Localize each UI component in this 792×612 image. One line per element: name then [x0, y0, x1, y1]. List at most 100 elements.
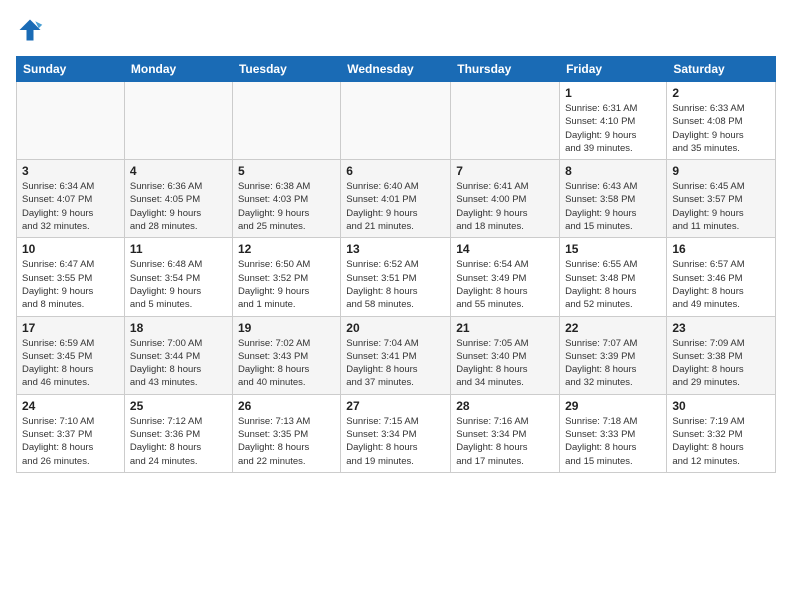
day-detail: Sunrise: 6:31 AM Sunset: 4:10 PM Dayligh… — [565, 102, 661, 155]
day-detail: Sunrise: 7:19 AM Sunset: 3:32 PM Dayligh… — [672, 415, 770, 468]
day-number: 19 — [238, 321, 335, 335]
day-number: 14 — [456, 242, 554, 256]
header-thursday: Thursday — [451, 57, 560, 82]
day-number: 2 — [672, 86, 770, 100]
day-detail: Sunrise: 7:10 AM Sunset: 3:37 PM Dayligh… — [22, 415, 119, 468]
day-detail: Sunrise: 7:18 AM Sunset: 3:33 PM Dayligh… — [565, 415, 661, 468]
calendar-cell: 27Sunrise: 7:15 AM Sunset: 3:34 PM Dayli… — [341, 394, 451, 472]
calendar-cell: 13 Sunrise: 6:52 AM Sunset: 3:51 PM Dayli… — [341, 238, 451, 316]
day-detail: Sunrise: 6:36 AM Sunset: 4:05 PM Dayligh… — [130, 180, 227, 233]
calendar: SundayMondayTuesdayWednesdayThursdayFrid… — [16, 56, 776, 473]
day-number: 26 — [238, 399, 335, 413]
calendar-cell: 17 Sunrise: 6:59 AM Sunset: 3:45 PM Dayli… — [17, 316, 125, 394]
day-detail: Sunrise: 6:52 AM Sunset: 3:51 PM Dayligh… — [346, 258, 445, 311]
calendar-cell: 22 Sunrise: 7:07 AM Sunset: 3:39 PM Dayli… — [560, 316, 667, 394]
calendar-cell: 7 Sunrise: 6:41 AM Sunset: 4:00 PM Daylig… — [451, 160, 560, 238]
day-number: 13 — [346, 242, 445, 256]
day-number: 7 — [456, 164, 554, 178]
header-wednesday: Wednesday — [341, 57, 451, 82]
calendar-cell — [451, 82, 560, 160]
calendar-cell: 1 Sunrise: 6:31 AM Sunset: 4:10 PM Daylig… — [560, 82, 667, 160]
calendar-cell: 23 Sunrise: 7:09 AM Sunset: 3:38 PM Dayli… — [667, 316, 776, 394]
calendar-cell: 2 Sunrise: 6:33 AM Sunset: 4:08 PM Daylig… — [667, 82, 776, 160]
day-number: 21 — [456, 321, 554, 335]
calendar-cell: 9 Sunrise: 6:45 AM Sunset: 3:57 PM Daylig… — [667, 160, 776, 238]
calendar-week-row: 24 Sunrise: 7:10 AM Sunset: 3:37 PM Dayli… — [17, 394, 776, 472]
day-number: 15 — [565, 242, 661, 256]
logo-icon — [16, 16, 44, 44]
day-detail: Sunrise: 6:43 AM Sunset: 3:58 PM Dayligh… — [565, 180, 661, 233]
day-number: 30 — [672, 399, 770, 413]
calendar-week-row: 10Sunrise: 6:47 AM Sunset: 3:55 PM Dayli… — [17, 238, 776, 316]
day-number: 22 — [565, 321, 661, 335]
header-monday: Monday — [124, 57, 232, 82]
calendar-cell: 28Sunrise: 7:16 AM Sunset: 3:34 PM Dayli… — [451, 394, 560, 472]
calendar-cell: 30 Sunrise: 7:19 AM Sunset: 3:32 PM Dayli… — [667, 394, 776, 472]
calendar-cell: 8 Sunrise: 6:43 AM Sunset: 3:58 PM Daylig… — [560, 160, 667, 238]
day-number: 5 — [238, 164, 335, 178]
calendar-cell: 20Sunrise: 7:04 AM Sunset: 3:41 PM Dayli… — [341, 316, 451, 394]
calendar-cell: 12Sunrise: 6:50 AM Sunset: 3:52 PM Dayli… — [232, 238, 340, 316]
day-number: 3 — [22, 164, 119, 178]
day-detail: Sunrise: 6:47 AM Sunset: 3:55 PM Dayligh… — [22, 258, 119, 311]
day-detail: Sunrise: 7:16 AM Sunset: 3:34 PM Dayligh… — [456, 415, 554, 468]
header — [16, 16, 776, 44]
page: SundayMondayTuesdayWednesdayThursdayFrid… — [0, 0, 792, 612]
calendar-cell — [124, 82, 232, 160]
day-number: 12 — [238, 242, 335, 256]
calendar-cell: 3 Sunrise: 6:34 AM Sunset: 4:07 PM Daylig… — [17, 160, 125, 238]
day-detail: Sunrise: 7:13 AM Sunset: 3:35 PM Dayligh… — [238, 415, 335, 468]
day-detail: Sunrise: 6:45 AM Sunset: 3:57 PM Dayligh… — [672, 180, 770, 233]
day-number: 23 — [672, 321, 770, 335]
day-number: 4 — [130, 164, 227, 178]
calendar-cell: 26 Sunrise: 7:13 AM Sunset: 3:35 PM Dayli… — [232, 394, 340, 472]
day-number: 1 — [565, 86, 661, 100]
calendar-cell: 5 Sunrise: 6:38 AM Sunset: 4:03 PM Daylig… — [232, 160, 340, 238]
calendar-cell — [232, 82, 340, 160]
calendar-week-row: 17 Sunrise: 6:59 AM Sunset: 3:45 PM Dayli… — [17, 316, 776, 394]
header-friday: Friday — [560, 57, 667, 82]
calendar-cell: 21 Sunrise: 7:05 AM Sunset: 3:40 PM Dayli… — [451, 316, 560, 394]
day-detail: Sunrise: 6:40 AM Sunset: 4:01 PM Dayligh… — [346, 180, 445, 233]
day-detail: Sunrise: 6:54 AM Sunset: 3:49 PM Dayligh… — [456, 258, 554, 311]
logo — [16, 16, 48, 44]
day-detail: Sunrise: 7:12 AM Sunset: 3:36 PM Dayligh… — [130, 415, 227, 468]
calendar-cell: 10Sunrise: 6:47 AM Sunset: 3:55 PM Dayli… — [17, 238, 125, 316]
calendar-cell — [17, 82, 125, 160]
day-detail: Sunrise: 7:02 AM Sunset: 3:43 PM Dayligh… — [238, 337, 335, 390]
calendar-cell — [341, 82, 451, 160]
header-sunday: Sunday — [17, 57, 125, 82]
calendar-cell: 29Sunrise: 7:18 AM Sunset: 3:33 PM Dayli… — [560, 394, 667, 472]
calendar-cell: 16 Sunrise: 6:57 AM Sunset: 3:46 PM Dayli… — [667, 238, 776, 316]
day-detail: Sunrise: 7:07 AM Sunset: 3:39 PM Dayligh… — [565, 337, 661, 390]
header-saturday: Saturday — [667, 57, 776, 82]
day-number: 20 — [346, 321, 445, 335]
day-detail: Sunrise: 6:57 AM Sunset: 3:46 PM Dayligh… — [672, 258, 770, 311]
day-number: 17 — [22, 321, 119, 335]
day-detail: Sunrise: 6:38 AM Sunset: 4:03 PM Dayligh… — [238, 180, 335, 233]
calendar-cell: 19 Sunrise: 7:02 AM Sunset: 3:43 PM Dayli… — [232, 316, 340, 394]
calendar-header-row: SundayMondayTuesdayWednesdayThursdayFrid… — [17, 57, 776, 82]
day-detail: Sunrise: 7:09 AM Sunset: 3:38 PM Dayligh… — [672, 337, 770, 390]
day-detail: Sunrise: 7:15 AM Sunset: 3:34 PM Dayligh… — [346, 415, 445, 468]
calendar-cell: 14 Sunrise: 6:54 AM Sunset: 3:49 PM Dayli… — [451, 238, 560, 316]
day-number: 9 — [672, 164, 770, 178]
day-number: 24 — [22, 399, 119, 413]
day-detail: Sunrise: 7:05 AM Sunset: 3:40 PM Dayligh… — [456, 337, 554, 390]
day-detail: Sunrise: 6:59 AM Sunset: 3:45 PM Dayligh… — [22, 337, 119, 390]
day-detail: Sunrise: 7:00 AM Sunset: 3:44 PM Dayligh… — [130, 337, 227, 390]
day-number: 16 — [672, 242, 770, 256]
day-number: 18 — [130, 321, 227, 335]
day-detail: Sunrise: 6:41 AM Sunset: 4:00 PM Dayligh… — [456, 180, 554, 233]
calendar-cell: 6 Sunrise: 6:40 AM Sunset: 4:01 PM Daylig… — [341, 160, 451, 238]
calendar-cell: 11Sunrise: 6:48 AM Sunset: 3:54 PM Dayli… — [124, 238, 232, 316]
calendar-week-row: 1 Sunrise: 6:31 AM Sunset: 4:10 PM Daylig… — [17, 82, 776, 160]
day-number: 8 — [565, 164, 661, 178]
day-detail: Sunrise: 6:33 AM Sunset: 4:08 PM Dayligh… — [672, 102, 770, 155]
calendar-cell: 24 Sunrise: 7:10 AM Sunset: 3:37 PM Dayli… — [17, 394, 125, 472]
day-detail: Sunrise: 6:34 AM Sunset: 4:07 PM Dayligh… — [22, 180, 119, 233]
calendar-week-row: 3 Sunrise: 6:34 AM Sunset: 4:07 PM Daylig… — [17, 160, 776, 238]
calendar-cell: 25Sunrise: 7:12 AM Sunset: 3:36 PM Dayli… — [124, 394, 232, 472]
calendar-cell: 4 Sunrise: 6:36 AM Sunset: 4:05 PM Daylig… — [124, 160, 232, 238]
day-number: 6 — [346, 164, 445, 178]
